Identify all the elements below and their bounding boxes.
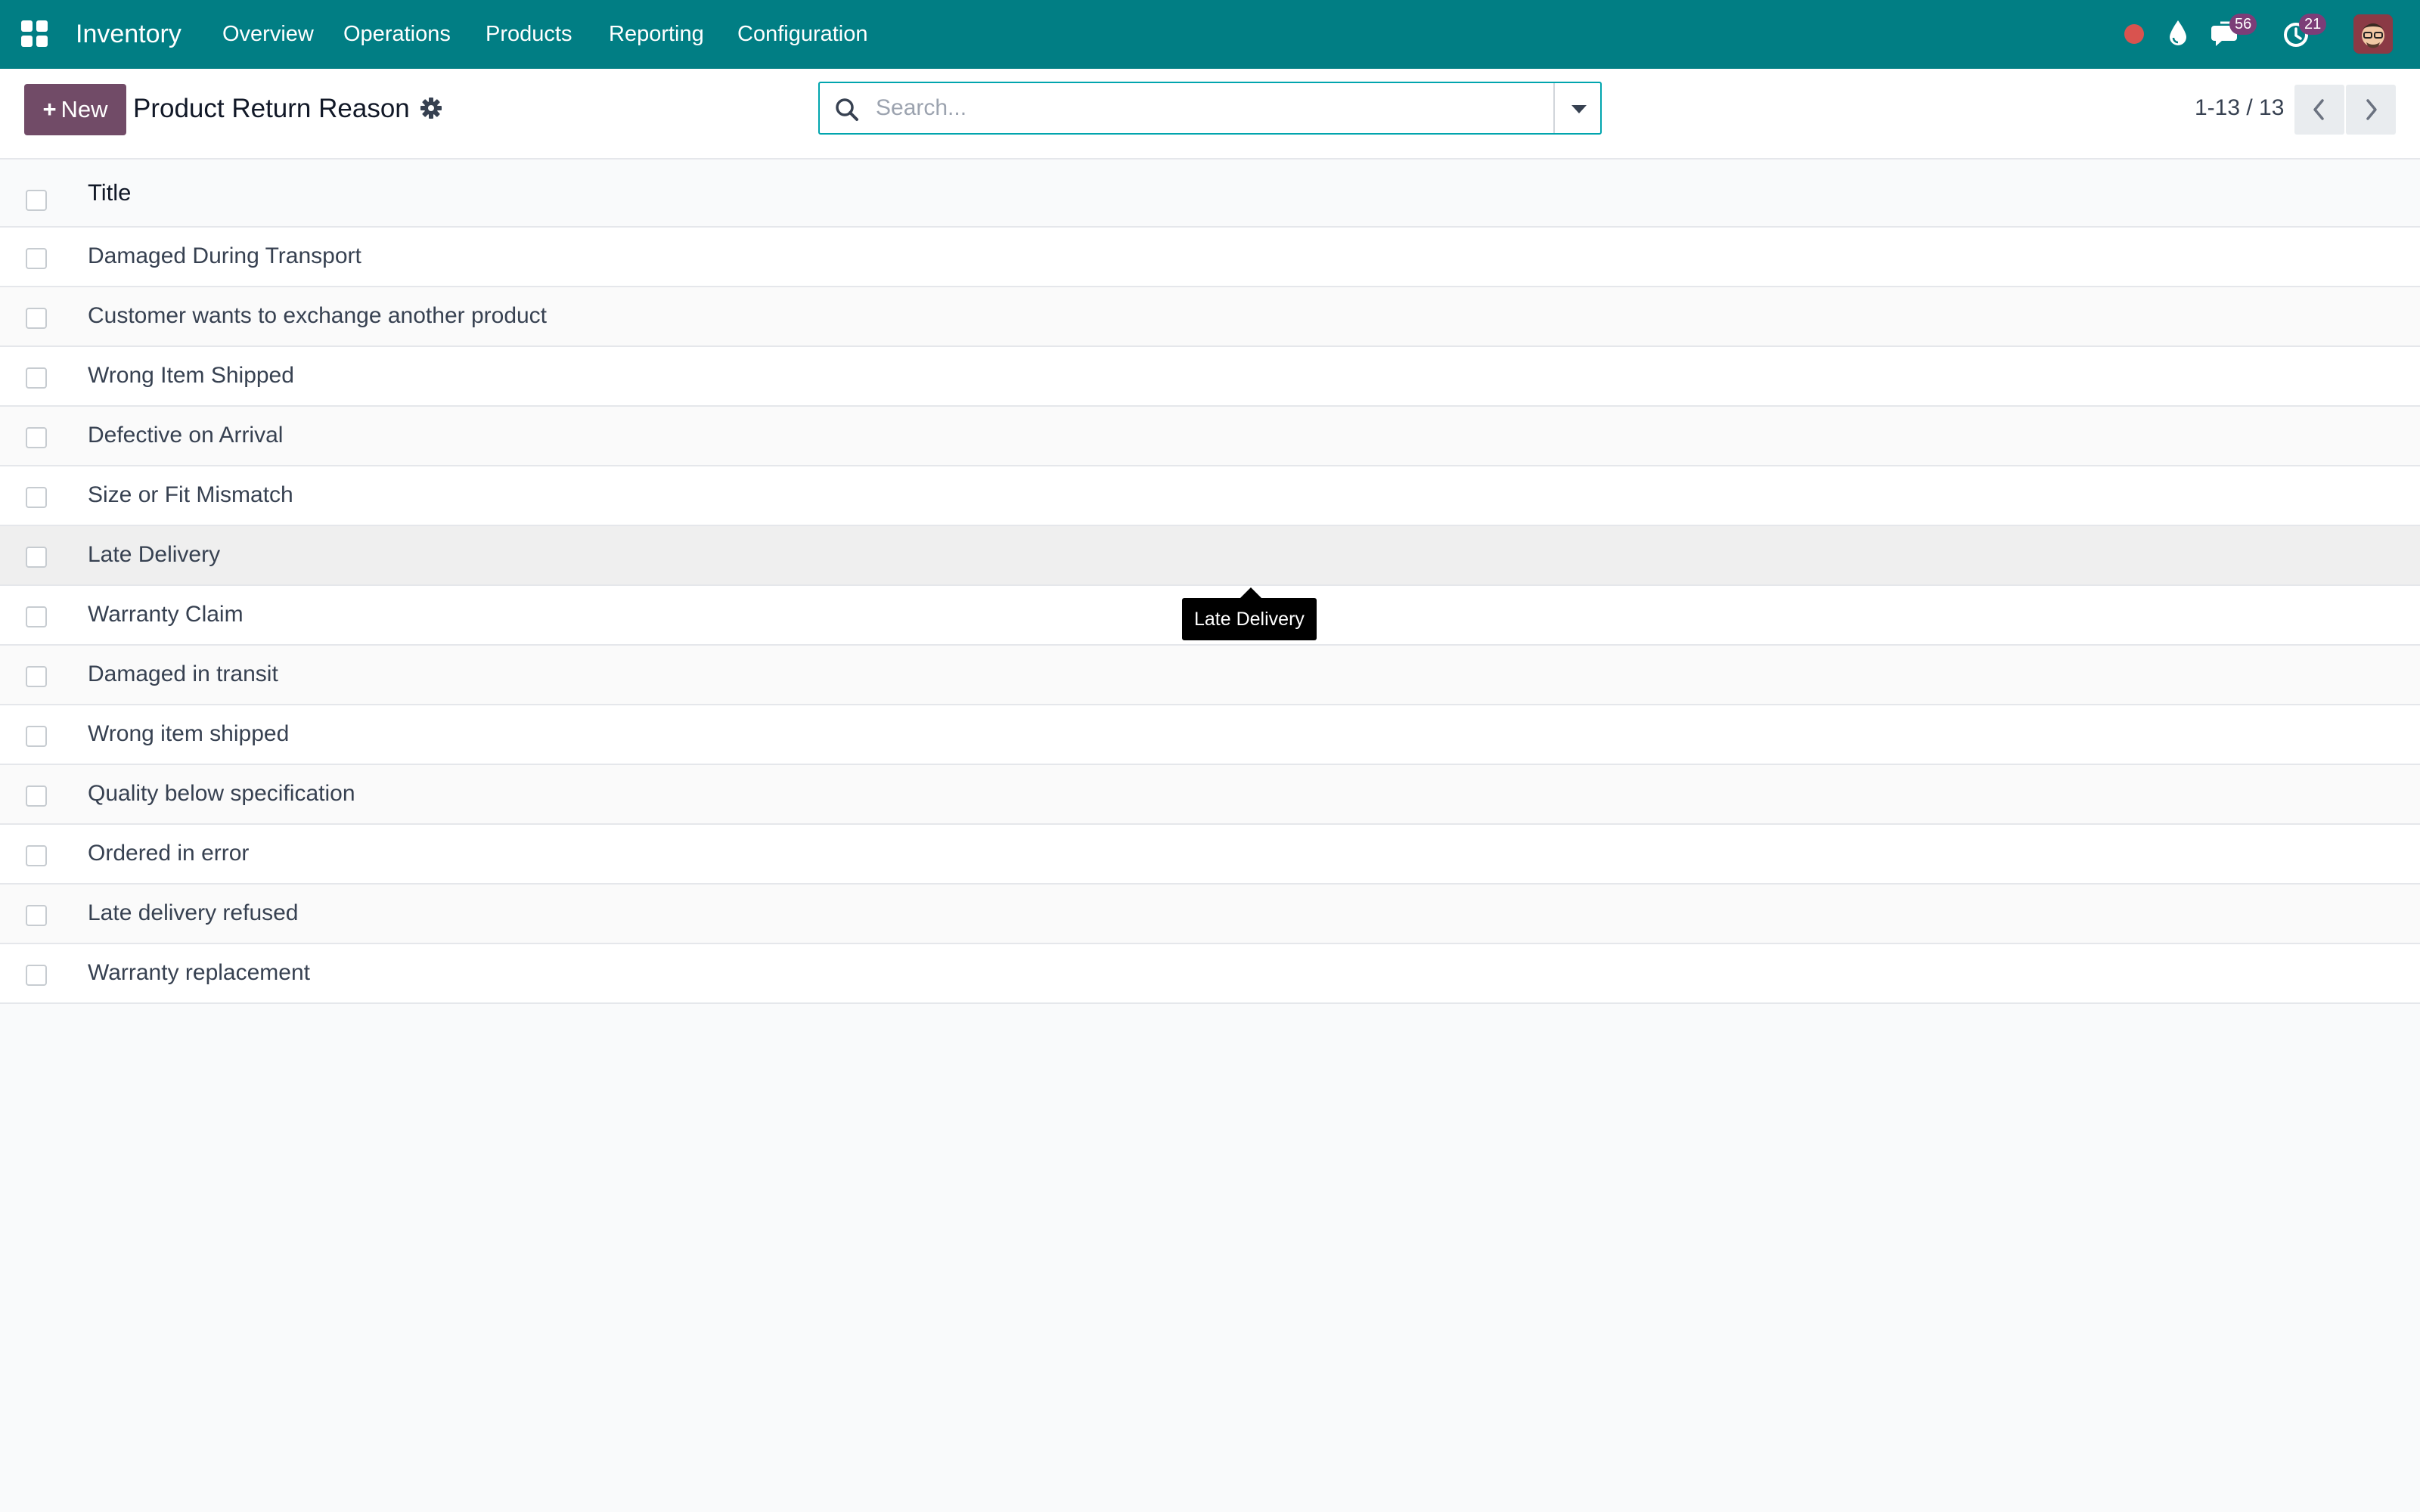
row-checkbox[interactable] [26, 606, 47, 627]
search-icon [833, 96, 861, 123]
user-avatar[interactable] [2353, 14, 2393, 54]
menu-products[interactable]: Products [486, 18, 572, 50]
row-checkbox[interactable] [26, 785, 47, 807]
list-row[interactable]: Size or Fit Mismatch [0, 466, 2420, 526]
activities-icon[interactable]: 21 [2281, 14, 2334, 53]
control-panel: + New Product Return Reason Search... 1-… [0, 69, 2420, 160]
row-checkbox[interactable] [26, 248, 47, 269]
activities-count-badge: 21 [2299, 14, 2327, 35]
pager-previous-button[interactable] [2294, 85, 2344, 135]
plus-icon: + [42, 96, 57, 122]
row-checkbox[interactable] [26, 965, 47, 986]
row-checkbox[interactable] [26, 487, 47, 508]
app-name[interactable]: Inventory [76, 17, 182, 51]
top-navbar: Inventory Overview Operations Products R… [0, 0, 2420, 69]
record-dot-icon[interactable] [2121, 15, 2148, 53]
row-title: Late Delivery [88, 542, 221, 567]
column-header-title[interactable]: Title [88, 176, 131, 209]
page-title: Product Return Reason [133, 94, 410, 123]
pager-next-button[interactable] [2346, 85, 2396, 135]
row-title: Warranty Claim [88, 602, 244, 627]
list-header: Title [0, 160, 2420, 228]
menu-operations[interactable]: Operations [343, 18, 451, 50]
row-checkbox[interactable] [26, 905, 47, 926]
row-title: Customer wants to exchange another produ… [88, 303, 548, 328]
list-row[interactable]: Late delivery refused [0, 885, 2420, 944]
row-checkbox[interactable] [26, 726, 47, 747]
list-row[interactable]: Wrong Item Shipped [0, 347, 2420, 407]
row-title: Ordered in error [88, 841, 250, 866]
drop-icon[interactable] [2164, 15, 2192, 53]
gear-icon[interactable] [419, 96, 443, 120]
row-checkbox[interactable] [26, 367, 47, 389]
row-tooltip: Late Delivery [1182, 598, 1317, 640]
menu-configuration[interactable]: Configuration [737, 18, 868, 50]
row-checkbox[interactable] [26, 308, 47, 329]
caret-down-icon [1571, 105, 1587, 113]
messages-icon[interactable]: 56 [2211, 14, 2264, 53]
row-title: Size or Fit Mismatch [88, 482, 293, 507]
new-button[interactable]: + New [24, 84, 126, 135]
pager-value[interactable]: 1-13 / 13 [2195, 89, 2284, 127]
row-checkbox[interactable] [26, 845, 47, 866]
chevron-left-icon [2313, 99, 2324, 120]
row-checkbox[interactable] [26, 427, 47, 448]
list-row[interactable]: Damaged in transit [0, 646, 2420, 705]
app-switcher-icon[interactable] [21, 20, 48, 48]
list-row[interactable]: Wrong item shipped [0, 705, 2420, 765]
search-input[interactable] [874, 91, 1525, 125]
search-options-toggle[interactable] [1553, 83, 1600, 133]
select-all-checkbox[interactable] [26, 190, 47, 211]
row-title: Defective on Arrival [88, 423, 284, 448]
row-title: Damaged in transit [88, 662, 278, 686]
list-row[interactable]: Customer wants to exchange another produ… [0, 287, 2420, 347]
row-title: Damaged During Transport [88, 243, 361, 268]
row-title: Warranty replacement [88, 960, 310, 985]
new-button-label: New [60, 96, 108, 122]
row-title: Wrong item shipped [88, 721, 290, 746]
list-row[interactable]: Damaged During Transport [0, 228, 2420, 287]
list-row[interactable]: Ordered in error [0, 825, 2420, 885]
list-row[interactable]: Warranty replacement [0, 944, 2420, 1004]
messages-count-badge: 56 [2229, 14, 2257, 35]
list-view: Title Damaged During Transport Customer … [0, 160, 2420, 1004]
row-title: Late delivery refused [88, 900, 299, 925]
menu-overview[interactable]: Overview [222, 18, 314, 50]
row-title: Wrong Item Shipped [88, 363, 294, 388]
search-bar [818, 82, 1602, 135]
menu-reporting[interactable]: Reporting [609, 18, 704, 50]
row-checkbox[interactable] [26, 666, 47, 687]
list-row[interactable]: Defective on Arrival [0, 407, 2420, 466]
row-checkbox[interactable] [26, 547, 47, 568]
list-row[interactable]: Quality below specification [0, 765, 2420, 825]
list-row[interactable]: Late Delivery [0, 526, 2420, 586]
chevron-right-icon [2366, 99, 2377, 120]
tooltip-arrow [1240, 587, 1261, 598]
row-title: Quality below specification [88, 781, 355, 806]
